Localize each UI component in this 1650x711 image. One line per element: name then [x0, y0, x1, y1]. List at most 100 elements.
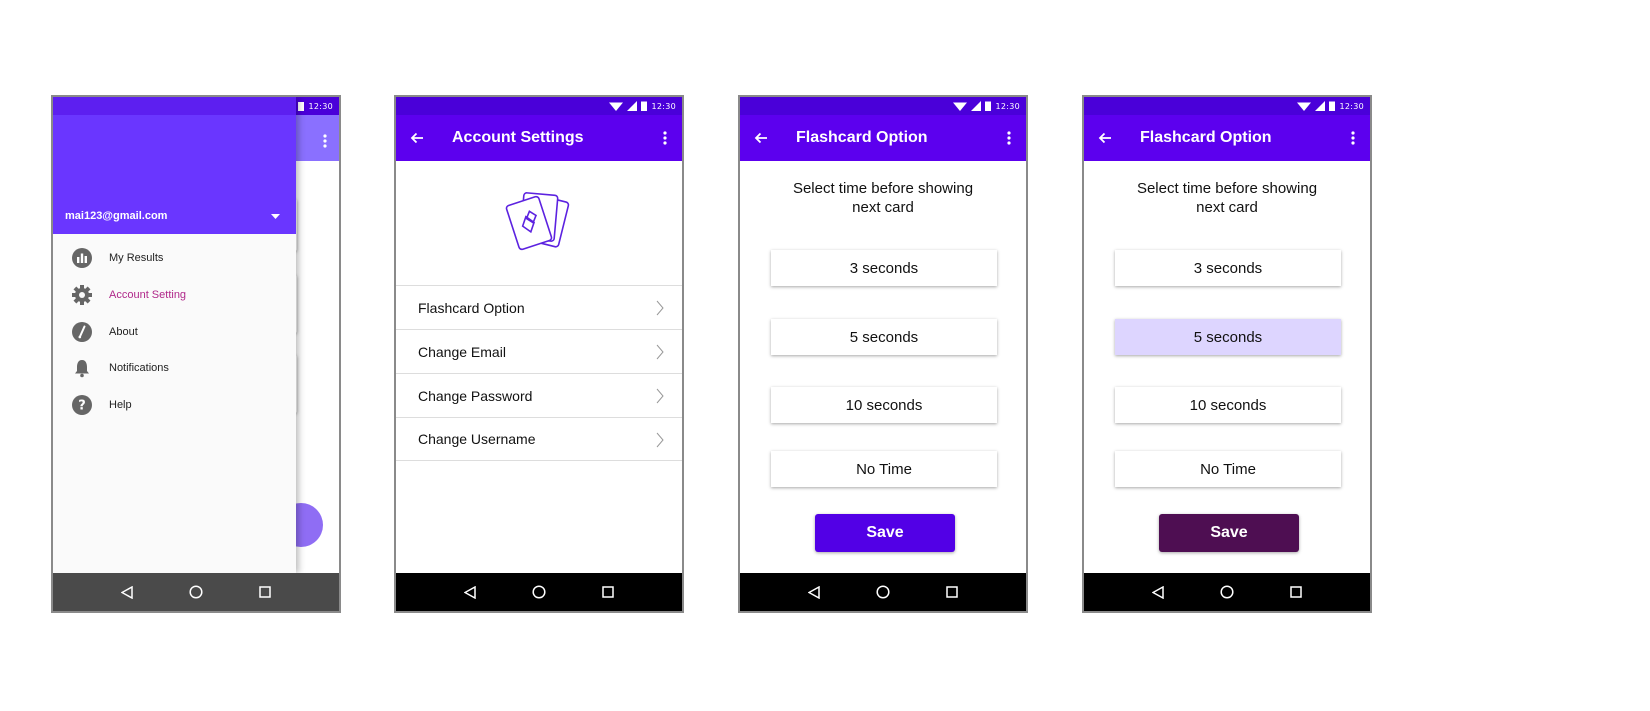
drawer-item-account-setting[interactable]: Account Setting — [53, 280, 296, 310]
drawer-item-about[interactable]: About — [53, 317, 296, 347]
page-title: Account Settings — [452, 129, 584, 146]
recents-nav-icon[interactable] — [602, 586, 614, 598]
home-nav-icon[interactable] — [1220, 585, 1234, 599]
option-3-seconds[interactable]: 3 seconds — [771, 250, 997, 286]
prompt-line: next card — [852, 199, 914, 216]
info-icon — [71, 321, 93, 343]
recents-nav-icon[interactable] — [259, 586, 271, 598]
option-no-time[interactable]: No Time — [771, 451, 997, 487]
settings-item-label: Change Password — [418, 387, 533, 404]
wifi-icon — [953, 102, 968, 111]
drawer-item-label: Notifications — [109, 362, 169, 374]
app-bar: Flashcard Option — [740, 115, 1026, 161]
navigation-drawer: mai123@gmail.com My Results Account Sett… — [53, 97, 296, 573]
app-logo — [396, 161, 682, 285]
prompt-line: Select time before showing — [792, 180, 974, 197]
back-nav-icon[interactable] — [121, 585, 133, 599]
overflow-menu-icon[interactable] — [648, 131, 682, 145]
status-time: 12:30 — [995, 101, 1020, 111]
back-arrow-icon[interactable] — [396, 132, 440, 144]
time-prompt: Select time before showing next card — [740, 179, 1026, 217]
option-3-seconds[interactable]: 3 seconds — [1115, 250, 1341, 286]
signal-icon — [971, 101, 982, 111]
battery-icon — [1329, 101, 1336, 111]
phone-screen-flashcard-option-selected: 12:30 Flashcard Option Select time befor… — [1082, 95, 1372, 613]
status-time: 12:30 — [651, 101, 676, 111]
recents-nav-icon[interactable] — [1290, 586, 1302, 598]
battery-icon — [985, 101, 992, 111]
dropdown-arrow-icon[interactable] — [271, 214, 280, 219]
option-5-seconds-selected[interactable]: 5 seconds — [1115, 319, 1341, 355]
chevron-right-icon — [656, 432, 664, 448]
save-button[interactable]: Save — [1159, 514, 1299, 552]
system-nav-bar — [53, 573, 339, 611]
drawer-item-label: Account Setting — [109, 289, 187, 301]
page-title: Flashcard Option — [1140, 129, 1272, 146]
save-button[interactable]: Save — [815, 514, 955, 552]
wifi-icon — [609, 102, 624, 111]
phone-screen-flashcard-option: 12:30 Flashcard Option Select time befor… — [738, 95, 1028, 613]
status-bar: 12:30 — [1084, 97, 1370, 115]
drawer-item-my-results[interactable]: My Results — [53, 243, 296, 273]
back-nav-icon[interactable] — [808, 585, 820, 599]
back-nav-icon[interactable] — [1152, 585, 1164, 599]
home-nav-icon[interactable] — [532, 585, 546, 599]
signal-icon — [1315, 101, 1326, 111]
drawer-item-label: My Results — [109, 252, 164, 264]
chevron-right-icon — [656, 388, 664, 404]
recents-nav-icon[interactable] — [946, 586, 958, 598]
back-arrow-icon[interactable] — [740, 132, 784, 144]
drawer-item-help[interactable]: ? Help — [53, 390, 296, 420]
drawer-item-notifications[interactable]: Notifications — [53, 353, 296, 383]
status-bar: 12:30 — [396, 97, 682, 115]
settings-item-change-username[interactable]: Change Username — [396, 417, 682, 461]
home-nav-icon[interactable] — [189, 585, 203, 599]
settings-item-change-password[interactable]: Change Password — [396, 373, 682, 417]
phone-screen-account-settings: 12:30 Account Settings Flashcard Option … — [394, 95, 684, 613]
status-bar: 12:30 — [740, 97, 1026, 115]
back-arrow-icon[interactable] — [1084, 132, 1128, 144]
status-time: 12:30 — [308, 101, 333, 111]
option-5-seconds[interactable]: 5 seconds — [771, 319, 997, 355]
settings-item-label: Flashcard Option — [418, 299, 525, 316]
system-nav-bar — [396, 573, 682, 611]
app-bar: Flashcard Option — [1084, 115, 1370, 161]
settings-item-label: Change Username — [418, 431, 536, 447]
drawer-item-label: Help — [109, 399, 132, 411]
svg-text:?: ? — [78, 399, 86, 414]
page-title: Flashcard Option — [796, 129, 928, 146]
signal-icon — [627, 101, 638, 111]
overflow-menu-icon[interactable] — [1336, 131, 1370, 145]
system-nav-bar — [1084, 573, 1370, 611]
option-10-seconds[interactable]: 10 seconds — [1115, 387, 1341, 423]
option-10-seconds[interactable]: 10 seconds — [771, 387, 997, 423]
back-nav-icon[interactable] — [464, 585, 476, 599]
drawer-status-bar — [53, 97, 296, 115]
system-nav-bar — [740, 573, 1026, 611]
option-no-time[interactable]: No Time — [1115, 451, 1341, 487]
chart-icon — [71, 247, 93, 269]
settings-item-change-email[interactable]: Change Email — [396, 329, 682, 373]
battery-icon — [641, 101, 648, 111]
app-bar: Account Settings — [396, 115, 682, 161]
home-nav-icon[interactable] — [876, 585, 890, 599]
bell-icon — [71, 357, 93, 379]
account-email[interactable]: mai123@gmail.com — [65, 210, 167, 222]
settings-item-flashcard-option[interactable]: Flashcard Option — [396, 285, 682, 329]
settings-list: Flashcard Option Change Email Change Pas… — [396, 285, 682, 461]
drawer-item-label: About — [109, 326, 138, 338]
chevron-right-icon — [656, 300, 664, 316]
time-prompt: Select time before showing next card — [1084, 179, 1370, 217]
prompt-line: Select time before showing — [1136, 180, 1318, 197]
phone-screen-drawer: 12:30 mai123@gmail.com My Results Accoun… — [51, 95, 341, 613]
gear-icon — [71, 284, 93, 306]
prompt-line: next card — [1196, 199, 1258, 216]
overflow-menu-icon[interactable] — [992, 131, 1026, 145]
chevron-right-icon — [656, 344, 664, 360]
battery-icon — [298, 101, 305, 111]
drawer-header: mai123@gmail.com — [53, 115, 296, 234]
status-time: 12:30 — [1339, 101, 1364, 111]
overflow-menu-icon[interactable] — [323, 134, 327, 148]
flashcards-logo-icon — [505, 192, 570, 251]
settings-item-label: Change Email — [418, 343, 506, 360]
